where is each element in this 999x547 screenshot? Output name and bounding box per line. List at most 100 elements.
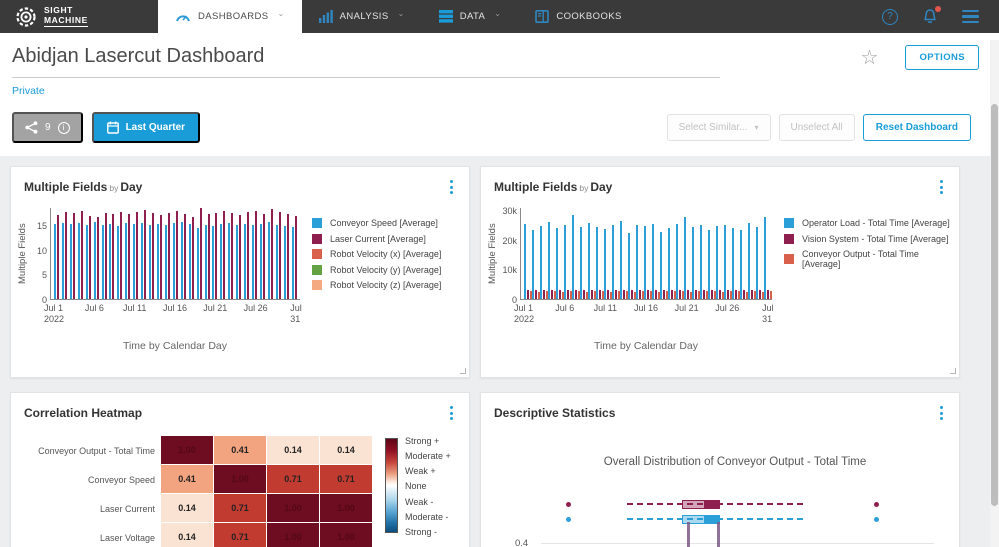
tab-cookbooks[interactable]: COOKBOOKS <box>518 0 638 33</box>
bar-group <box>740 230 748 299</box>
bar-group <box>540 225 548 299</box>
bar-group <box>125 213 131 299</box>
bar <box>270 209 273 299</box>
dashboard-header: Abidjan Lasercut Dashboard OPTIONS Priva… <box>0 33 999 146</box>
bar-group <box>748 223 756 299</box>
bar <box>294 215 297 299</box>
tab-analysis[interactable]: ANALYSIS <box>302 0 422 33</box>
bar <box>207 214 210 299</box>
bar <box>660 231 662 299</box>
legend-label: Conveyor Speed [Average] <box>330 218 438 228</box>
bar-group <box>644 226 652 299</box>
bar <box>212 225 215 299</box>
tab-data[interactable]: DATA <box>422 0 519 33</box>
bar <box>732 227 734 299</box>
tab-dashboards[interactable]: DASHBOARDS <box>158 0 302 33</box>
bell-icon[interactable] <box>922 6 941 25</box>
brand-logo[interactable]: SIGHT MACHINE <box>0 0 158 33</box>
legend-swatch <box>312 218 322 228</box>
bar <box>679 290 681 299</box>
bar <box>548 221 550 299</box>
kebab-menu-icon[interactable] <box>936 404 947 422</box>
legend-label: Vision System - Total Time [Average] <box>802 233 949 244</box>
bar <box>652 224 654 299</box>
time-range-button[interactable]: Last Quarter <box>91 112 201 143</box>
bar <box>244 224 247 299</box>
bar <box>676 223 678 299</box>
kebab-menu-icon[interactable] <box>446 404 457 422</box>
reset-dashboard-button[interactable]: Reset Dashboard <box>862 114 971 141</box>
panel-multiple-fields-1: Multiple Fields by Day Multiple Fields 0 5 10… <box>10 166 470 378</box>
x-tick-label: Jul 31 <box>290 303 302 325</box>
bar <box>85 225 88 299</box>
bar-group <box>149 213 155 299</box>
bar-group <box>244 212 250 299</box>
bar <box>199 208 202 299</box>
bar-group <box>252 210 258 299</box>
help-icon[interactable] <box>882 8 898 25</box>
heatmap-cell: 0.71 <box>214 494 267 523</box>
select-similar-button[interactable]: Select Similar... <box>666 114 771 141</box>
y-axis-ticks: 0 5 10 15 <box>28 208 50 305</box>
bar <box>564 224 566 299</box>
select-similar-label: Select Similar... <box>678 122 748 133</box>
bar-group <box>604 228 612 299</box>
privacy-link[interactable]: Private <box>12 85 45 97</box>
heatmap-cell: 0.71 <box>267 465 320 494</box>
bar-group <box>724 224 732 299</box>
resize-handle[interactable] <box>950 368 956 374</box>
bar-group <box>101 212 107 299</box>
bar-group <box>580 226 588 299</box>
bar <box>748 223 750 299</box>
y-tick-label: 20k <box>502 235 517 246</box>
legend-label: Conveyor Output - Total Time [Average] <box>802 249 919 269</box>
kebab-menu-icon[interactable] <box>936 178 947 196</box>
bar <box>636 224 638 299</box>
bar <box>183 213 186 299</box>
share-button[interactable]: 9 <box>12 112 83 143</box>
plot-area <box>50 208 300 300</box>
bar-group <box>141 210 147 299</box>
bar-group <box>588 222 596 299</box>
bar-group <box>732 227 740 299</box>
bar <box>700 225 702 299</box>
bar <box>286 214 289 299</box>
bar-group <box>54 215 59 299</box>
heatmap-row-label: Laser Current <box>99 503 155 514</box>
bar <box>228 222 231 299</box>
y-tick-label: 10k <box>502 265 517 276</box>
menu-icon[interactable] <box>962 9 979 24</box>
legend-item: Robot Velocity (y) [Average] <box>312 264 442 275</box>
bar <box>719 290 721 299</box>
bar-group <box>596 227 604 299</box>
y-tick-label: 30k <box>502 205 517 216</box>
scrollbar-thumb[interactable] <box>991 104 998 506</box>
bar <box>655 290 657 299</box>
bar <box>252 225 255 299</box>
bar-group <box>61 211 67 299</box>
legend-item: Conveyor Speed [Average] <box>312 218 441 228</box>
bar <box>204 224 207 299</box>
bar-group <box>684 217 692 299</box>
bar-chart: Multiple Fields 0 10k 20k 30k Jul 1 2022 Jul 6… <box>481 200 959 352</box>
bar <box>708 229 710 299</box>
resize-handle[interactable] <box>460 368 466 374</box>
histogram-line <box>686 522 690 547</box>
kebab-menu-icon[interactable] <box>446 178 457 196</box>
outlier-dot <box>566 517 572 522</box>
info-icon <box>57 121 70 134</box>
bar-group <box>716 226 724 299</box>
unselect-all-button[interactable]: Unselect All <box>778 114 855 141</box>
legend-label: Robot Velocity (y) [Average] <box>330 264 442 275</box>
bar <box>580 226 582 299</box>
star-icon[interactable] <box>861 48 879 68</box>
chevron-down-icon <box>494 12 501 21</box>
brand-text: SIGHT MACHINE <box>44 5 88 27</box>
options-button[interactable]: OPTIONS <box>905 45 979 70</box>
legend-label: Robot Velocity (x) [Average] <box>330 249 442 259</box>
bar <box>125 223 128 299</box>
bar <box>764 216 766 299</box>
heatmap-cell: 1.00 <box>214 465 267 494</box>
bar <box>559 290 561 299</box>
bar <box>112 214 115 299</box>
